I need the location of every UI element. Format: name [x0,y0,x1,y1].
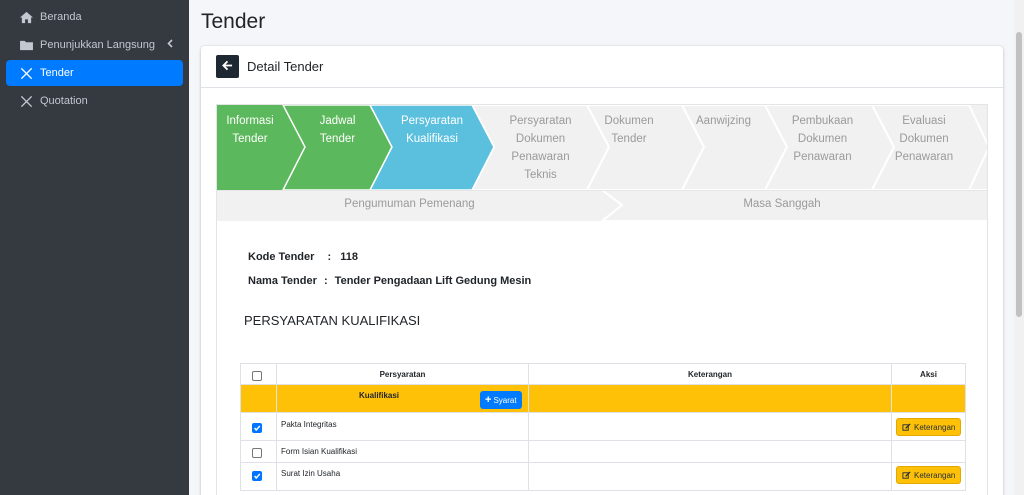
row-checkbox[interactable] [252,448,262,458]
back-button[interactable] [216,55,239,78]
select-all-checkbox[interactable] [252,371,262,381]
column-header-keterangan: Keterangan [528,364,891,384]
step-persyaratan-dokumen-penawaran-teknis[interactable]: Persyaratan Dokumen Penawaran Teknis [494,112,587,184]
table-header-row: Persyaratan Keterangan Aksi [240,363,966,385]
kode-tender-value: 118 [340,251,358,263]
nama-tender-value: Tender Pengadaan Lift Gedung Mesin [334,275,532,287]
page-title: Tender [201,10,266,33]
page-scrollbar[interactable] [1014,0,1024,495]
home-icon [18,9,34,25]
plus-icon: + [485,393,492,406]
row-label: Pakta Integritas [276,413,528,440]
chevron-left-icon [167,39,173,51]
sidebar-item-beranda[interactable]: Beranda [6,4,183,30]
sidebar-item-penunjukkan-langsung[interactable]: Penunjukkan Langsung [6,32,183,58]
row-checkbox[interactable] [252,423,262,433]
table-row: Pakta Integritas Keterangan [240,413,966,441]
card-title: Detail Tender [247,59,324,74]
row-checkbox[interactable] [252,471,262,481]
row-label: Surat Izin Usaha [276,463,528,490]
progress-steps: Informasi Tender Jadwal Tender Persyarat… [217,105,987,221]
table-row: Surat Izin Usaha Keterangan [240,463,966,491]
detail-card: Detail Tender Informasi Tender Jadwal Te… [201,46,1003,495]
keterangan-button[interactable]: Keterangan [896,418,962,436]
scrollbar-thumb[interactable] [1016,32,1022,317]
sidebar-item-quotation[interactable]: Quotation [6,88,183,114]
sidebar-item-label: Quotation [40,95,88,107]
step-dokumen-tender[interactable]: Dokumen Tender [587,112,671,148]
step-evaluasi-dokumen-penawaran[interactable]: Evaluasi Dokumen Penawaran [879,112,969,166]
sidebar-item-label: Penunjukkan Langsung [40,39,155,51]
step-pembukaan-dokumen-penawaran[interactable]: Pembukaan Dokumen Penawaran [780,112,865,166]
tools-icon [18,65,34,81]
edit-icon [902,470,911,480]
step-aanwijzing[interactable]: Aanwijzing [682,112,765,130]
step-pengumuman-pemenang[interactable]: Pengumuman Pemenang [217,198,602,210]
sidebar-item-label: Tender [40,67,74,79]
group-row-kualifikasi: Kualifikasi + Syarat [240,385,966,413]
step-masa-sanggah[interactable]: Masa Sanggah [612,198,952,210]
folder-icon [18,37,34,53]
step-informasi-tender[interactable]: Informasi Tender [217,112,283,148]
nama-tender-line: Nama Tender : Tender Pengadaan Lift Gedu… [248,275,532,287]
step-persyaratan-kualifikasi[interactable]: Persyaratan Kualifikasi [392,112,472,148]
keterangan-button[interactable]: Keterangan [896,466,962,484]
column-header-persyaratan: Persyaratan [276,364,528,384]
row-label: Form Isian Kualifikasi [276,441,528,462]
kode-tender-line: Kode Tender : 118 [248,251,358,263]
arrow-left-icon [222,58,233,76]
add-syarat-button[interactable]: + Syarat [480,391,522,409]
section-title: PERSYARATAN KUALIFIKASI [244,313,421,328]
sidebar: Beranda Penunjukkan Langsung Tender Quot… [0,0,189,495]
step-jadwal-tender[interactable]: Jadwal Tender [305,112,370,148]
table-row: Form Isian Kualifikasi [240,441,966,463]
edit-icon [902,422,911,432]
group-label: Kualifikasi [359,391,400,400]
sidebar-item-label: Beranda [40,11,82,23]
card-header: Detail Tender [201,46,1003,88]
tools-icon [18,93,34,109]
column-header-aksi: Aksi [891,364,966,384]
sidebar-item-tender[interactable]: Tender [6,60,183,86]
tender-detail-panel: Informasi Tender Jadwal Tender Persyarat… [216,104,988,495]
